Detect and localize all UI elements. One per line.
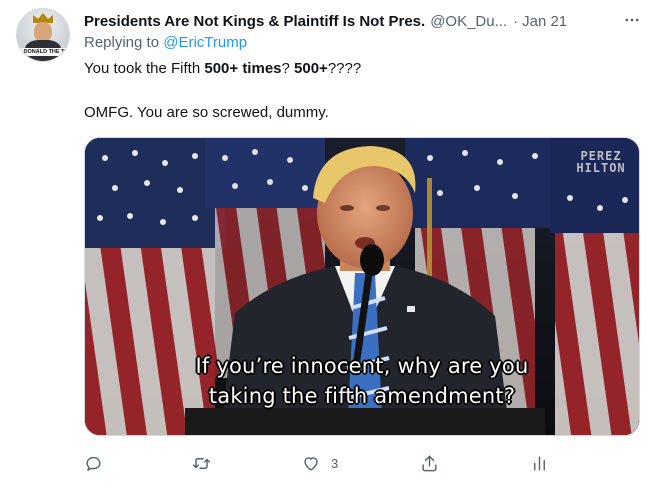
tweet-text-bold: 500+ [294,60,328,77]
tweet-text-line2: OMFG. You are so screwed, dummy. [84,104,329,121]
analytics-button[interactable] [530,446,559,480]
media-gif[interactable]: PEREZ HILTON If you’re innocent, why are… [84,137,640,436]
author-handle[interactable]: @OK_Du... [430,13,507,30]
more-icon [625,18,639,22]
author-name[interactable]: Presidents Are Not Kings & Plaintiff Is … [84,13,425,30]
tweet-date[interactable]: Jan 21 [522,13,567,30]
more-options-button[interactable] [620,8,644,32]
share-icon [422,455,437,471]
tweet-text-part: ? [281,60,295,77]
analytics-icon [534,455,545,471]
retweet-button[interactable] [191,446,222,480]
retweet-icon [192,457,211,469]
tweet[interactable]: DONALD THE T Presidents Are Not Kings & … [0,0,660,493]
watermark-line: HILTON [576,161,626,175]
replying-mention-link[interactable]: @EricTrump [163,34,247,51]
tweet-actions: 3 [84,446,604,480]
like-button[interactable]: 3 [301,446,338,480]
avatar-label: DONALD THE T [21,48,67,56]
like-icon [304,456,318,471]
avatar[interactable]: DONALD THE T [16,8,70,62]
tweet-header: Presidents Are Not Kings & Plaintiff Is … [84,10,644,32]
media-subtitle-line1: If you’re innocent, why are you [195,354,529,378]
share-button[interactable] [420,446,449,480]
media-watermark: PEREZ HILTON [567,150,635,174]
separator-dot: · [513,12,519,30]
media-subtitle-line2: taking the fifth amendment? [208,384,516,408]
avatar-head [34,22,52,42]
tweet-text-bold: 500+ times [204,60,282,77]
reply-icon [86,456,101,471]
replying-to: Replying to @EricTrump [84,34,247,51]
like-count: 3 [331,455,339,471]
reply-button[interactable] [84,446,113,480]
tweet-text-line1: You took the Fifth 500+ times? 500+???? [84,60,361,77]
replying-prefix: Replying to [84,34,160,51]
tweet-text-part: You took the Fifth [84,60,205,77]
tweet-text-part: ???? [327,60,362,77]
